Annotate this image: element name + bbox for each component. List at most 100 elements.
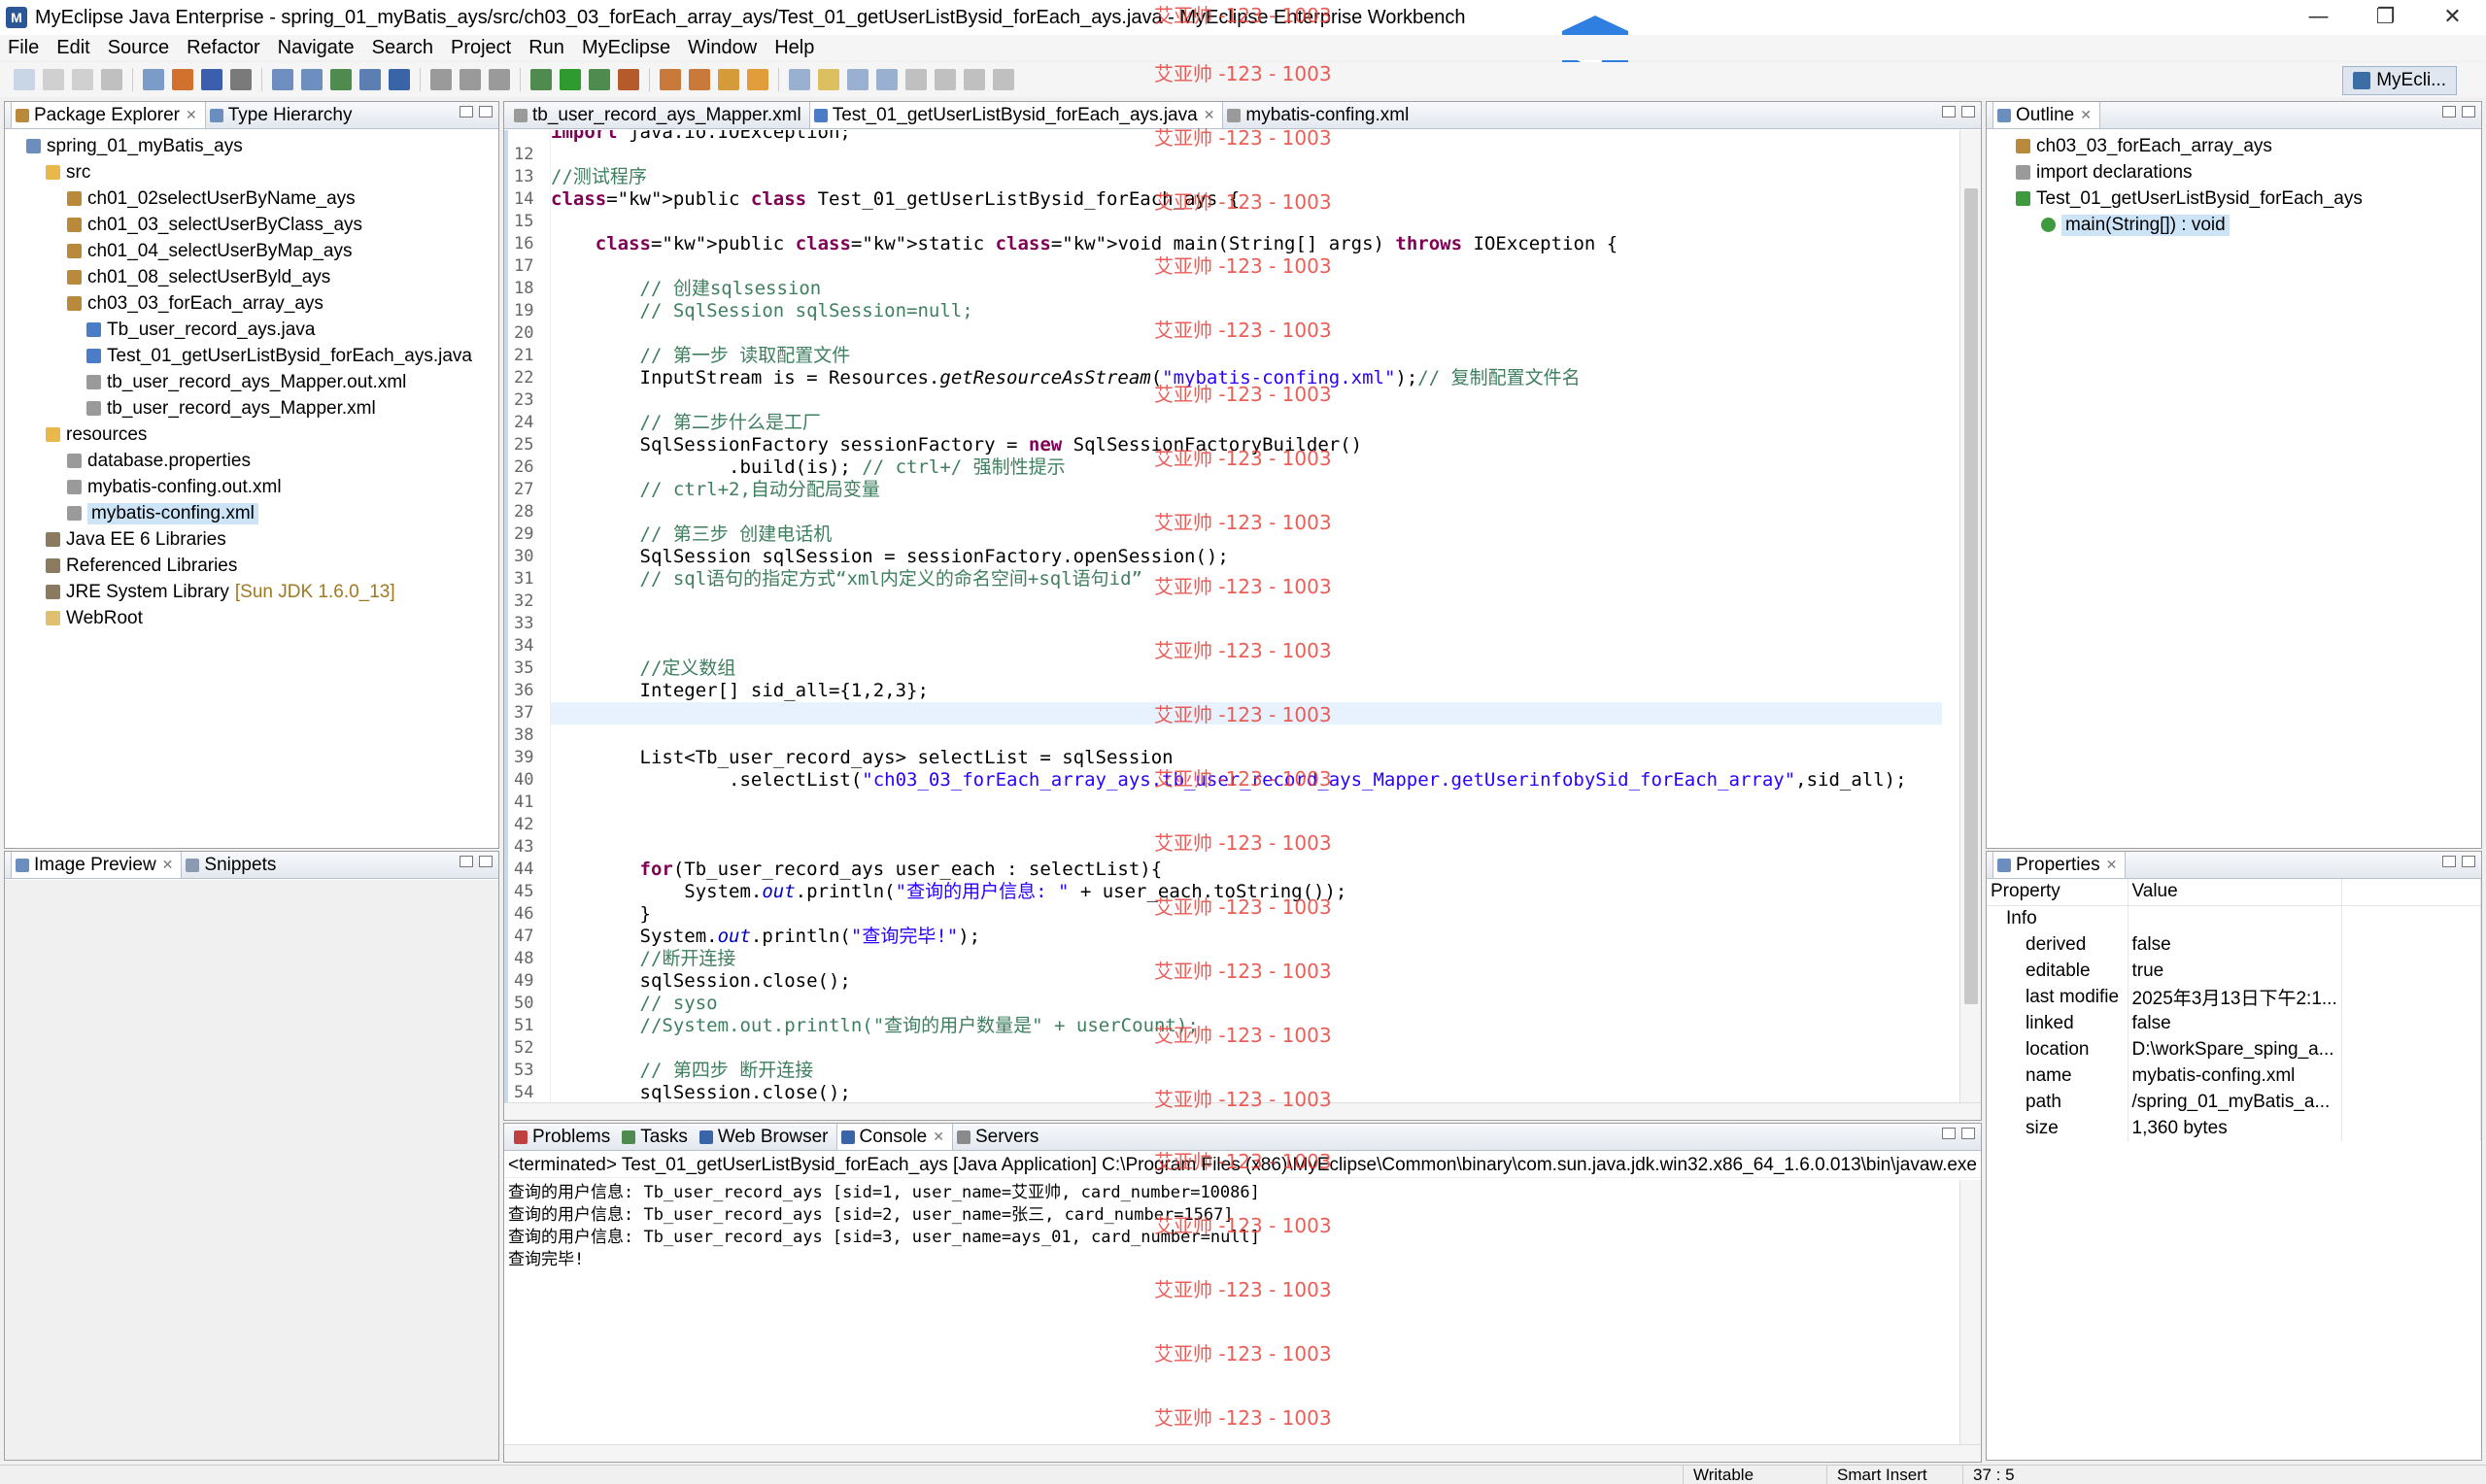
minimize-view-button[interactable] xyxy=(2442,106,2456,118)
menu-help[interactable]: Help xyxy=(766,37,824,59)
menu-source[interactable]: Source xyxy=(100,37,179,59)
outline-item[interactable]: import declarations xyxy=(1987,159,2481,186)
open-type-icon[interactable] xyxy=(272,69,293,90)
browser-icon[interactable] xyxy=(359,69,381,90)
tab-type-hierarchy[interactable]: Type Hierarchy xyxy=(206,102,360,128)
code-line[interactable]: System.out.println("查询完毕!"); xyxy=(551,926,981,948)
tree-item[interactable]: tb_user_record_ays_Mapper.xml xyxy=(5,395,498,422)
column-header-property[interactable]: Property xyxy=(1987,879,2128,906)
tree-item[interactable]: JRE System Library [Sun JDK 1.6.0_13] xyxy=(5,579,498,605)
menu-refactor[interactable]: Refactor xyxy=(179,37,270,59)
console-horizontal-scrollbar[interactable] xyxy=(504,1444,1981,1462)
maximize-button[interactable]: ❐ xyxy=(2352,0,2419,35)
tab-package-explorer[interactable]: Package Explorer ✕ xyxy=(11,102,206,128)
code-line[interactable]: .build(is); // ctrl+/ 强制性提示 xyxy=(551,456,1066,479)
pen-icon[interactable] xyxy=(718,69,739,90)
close-icon[interactable]: ✕ xyxy=(2080,107,2092,123)
minimize-view-button[interactable] xyxy=(1942,1128,1956,1139)
minimize-view-button[interactable] xyxy=(1942,106,1956,118)
menu-project[interactable]: Project xyxy=(443,37,521,59)
tree-item[interactable]: database.properties xyxy=(5,448,498,474)
property-row[interactable]: name mybatis-confing.xml xyxy=(1987,1062,2482,1089)
tree-item[interactable]: ch01_03_selectUserByClass_ays xyxy=(5,212,498,238)
coverage-icon[interactable] xyxy=(589,69,610,90)
tree-item[interactable]: mybatis-confing.out.xml xyxy=(5,474,498,500)
tree-item[interactable]: Referenced Libraries xyxy=(5,553,498,579)
menu-search[interactable]: Search xyxy=(364,37,443,59)
code-line[interactable]: List<Tb_user_record_ays> selectList = sq… xyxy=(551,747,1174,769)
tab-snippets[interactable]: Snippets xyxy=(182,852,284,878)
tree-item[interactable]: resources xyxy=(5,422,498,448)
toggle-icon[interactable] xyxy=(847,69,868,90)
tree-item[interactable]: ch01_02selectUserByName_ays xyxy=(5,186,498,212)
maximize-view-button[interactable] xyxy=(479,106,493,118)
save-icon[interactable] xyxy=(43,69,64,90)
deploy-icon[interactable] xyxy=(201,69,222,90)
code-line[interactable]: .selectList("ch03_03_forEach_array_ays.t… xyxy=(551,769,1907,792)
outline-item[interactable]: ch03_03_forEach_array_ays xyxy=(1987,133,2481,159)
external-tools-icon[interactable] xyxy=(618,69,639,90)
debug-icon[interactable] xyxy=(530,69,552,90)
property-row[interactable]: last modifie 2025年3月13日下午2:1... xyxy=(1987,984,2482,1010)
tree-item[interactable]: mybatis-confing.xml xyxy=(5,500,498,526)
code-line[interactable]: //System.out.println("查询的用户数量是" + userCo… xyxy=(551,1015,1199,1037)
console-vertical-scrollbar[interactable] xyxy=(1959,1180,1981,1444)
property-row[interactable]: editable true xyxy=(1987,958,2482,984)
code-line[interactable]: SqlSessionFactory sessionFactory = new S… xyxy=(551,434,1363,456)
code-line[interactable]: import java.io.IOException; xyxy=(551,130,851,144)
code-line[interactable]: System.out.println("查询的用户信息: " + user_ea… xyxy=(551,881,1346,903)
property-row[interactable]: linked false xyxy=(1987,1010,2482,1036)
tab-console[interactable]: Console ✕ xyxy=(835,1124,953,1150)
property-group-row[interactable]: Info xyxy=(1987,905,2482,931)
code-line[interactable]: Integer[] sid_all={1,2,3}; xyxy=(551,680,929,702)
layout-icon[interactable] xyxy=(460,69,481,90)
outline-item[interactable]: main(String[]) : void xyxy=(1987,212,2481,238)
tree-item[interactable]: ch01_08_selectUserByld_ays xyxy=(5,264,498,290)
tab-servers[interactable]: Servers xyxy=(953,1124,1046,1150)
print-icon[interactable] xyxy=(101,69,122,90)
new-wizard-icon[interactable] xyxy=(143,69,164,90)
minimize-button[interactable]: — xyxy=(2285,0,2352,35)
menu-navigate[interactable]: Navigate xyxy=(270,37,364,59)
tab-test-java[interactable]: Test_01_getUserListBysid_forEach_ays.jav… xyxy=(808,102,1224,128)
code-line[interactable]: // 第二步什么是工厂 xyxy=(551,412,821,434)
code-line[interactable]: //测试程序 xyxy=(551,166,647,188)
tab-properties[interactable]: Properties ✕ xyxy=(1992,852,2127,878)
annotation-icon[interactable] xyxy=(789,69,810,90)
maximize-view-button[interactable] xyxy=(1961,106,1975,118)
tree-item[interactable]: src xyxy=(5,159,498,186)
maximize-view-button[interactable] xyxy=(1961,1128,1975,1139)
task-icon[interactable] xyxy=(330,69,352,90)
tab-image-preview[interactable]: Image Preview ✕ xyxy=(11,852,183,878)
menu-window[interactable]: Window xyxy=(680,37,766,59)
tab-mapper-xml[interactable]: tb_user_record_ays_Mapper.xml xyxy=(510,102,809,128)
highlight-icon[interactable] xyxy=(818,69,839,90)
code-line[interactable]: // 创建sqlsession xyxy=(551,278,822,300)
globe-icon[interactable] xyxy=(389,69,410,90)
open-perspective-icon[interactable] xyxy=(689,69,710,90)
close-icon[interactable]: ✕ xyxy=(933,1129,944,1145)
code-line[interactable]: } xyxy=(551,903,651,926)
tab-web-browser[interactable]: Web Browser xyxy=(696,1124,836,1150)
column-header-value[interactable]: Value xyxy=(2128,879,2342,906)
code-line[interactable]: class="kw">public class="kw">static clas… xyxy=(551,233,1618,255)
code-line[interactable]: sqlSession.close(); xyxy=(551,970,851,993)
property-row[interactable]: location D:\workSpare_sping_a... xyxy=(1987,1036,2482,1062)
property-row[interactable]: size 1,360 bytes xyxy=(1987,1115,2482,1141)
minimize-view-button[interactable] xyxy=(2442,856,2456,867)
tree-item[interactable]: WebRoot xyxy=(5,605,498,631)
run-config-icon[interactable] xyxy=(489,69,510,90)
code-content[interactable]: import java.io.IOException;//测试程序 class="… xyxy=(551,130,1942,1102)
build-icon[interactable] xyxy=(660,69,681,90)
maximize-view-button[interactable] xyxy=(479,856,493,867)
code-line[interactable]: class="kw">public class Test_01_getUserL… xyxy=(551,188,1240,211)
folder-icon[interactable] xyxy=(747,69,768,90)
editor-horizontal-scrollbar[interactable] xyxy=(504,1102,1981,1120)
tab-problems[interactable]: Problems xyxy=(510,1124,618,1150)
show-whitespace-icon[interactable] xyxy=(876,69,898,90)
server-icon[interactable] xyxy=(172,69,193,90)
minimize-view-button[interactable] xyxy=(460,856,473,867)
maximize-view-button[interactable] xyxy=(2462,106,2475,118)
code-line[interactable]: // ctrl+2,自动分配局变量 xyxy=(551,479,880,501)
scroll-thumb[interactable] xyxy=(1964,188,1978,1004)
